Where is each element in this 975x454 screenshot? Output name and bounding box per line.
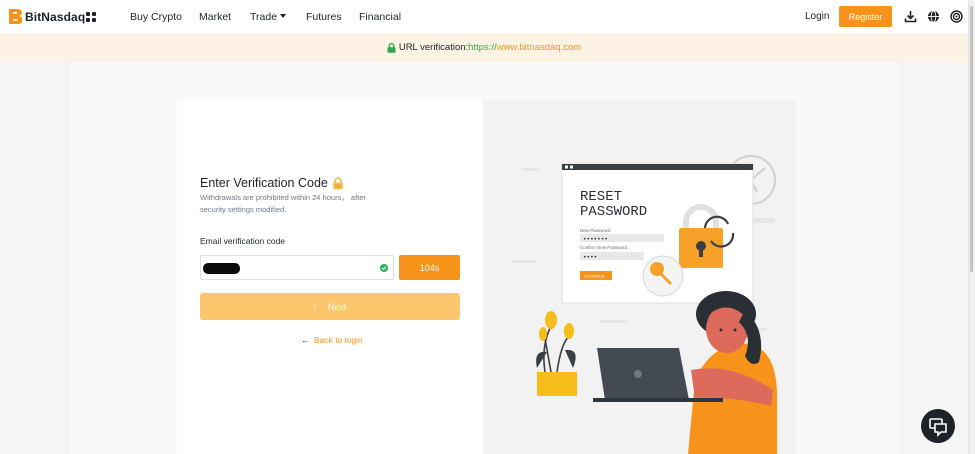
check-circle-icon [380,264,388,272]
page-title-text: Enter Verification Code [200,176,328,190]
withdrawal-notice: Withdrawals are prohibited within 24 hou… [200,193,366,214]
padlock-icon [332,176,343,189]
scrollbar-thumb[interactable] [970,6,973,272]
nav-market[interactable]: Market [199,11,231,23]
url-verification-label: URL verification: [398,42,469,53]
back-to-login-label: Back to login [314,335,363,345]
nav-trade-label: Trade [250,11,278,23]
top-nav: BitNasdaq Buy Crypto Market Trade Future… [0,0,968,33]
chat-support-button[interactable] [921,409,955,443]
nav-financial[interactable]: Financial [359,11,401,23]
reset-password-illustration: RESET PASSWORD New Password ••••••• Conf… [511,155,778,454]
logo-text: BitNasdaq [25,9,86,24]
next-button[interactable]: / Next [200,293,460,320]
nav-futures[interactable]: Futures [306,11,342,23]
brand-logo[interactable]: BitNasdaq [9,9,85,24]
lock-icon [387,42,396,53]
illustration-panel: RESET PASSWORD New Password ••••••• Conf… [483,100,796,454]
url-domain: www.bitnasdaq.com [496,42,582,53]
confirm-password-mask: •••• [583,254,597,261]
apps-grid-icon[interactable] [86,12,96,22]
redacted-code [203,263,240,274]
user-account-icon[interactable] [950,10,963,23]
nav-buy-crypto[interactable]: Buy Crypto [130,11,182,23]
continue-label: CONTINUE [584,274,605,279]
back-to-login-link[interactable]: ← Back to login [301,335,363,345]
url-protocol: https:// [468,42,497,53]
reset-heading-line1: RESET [580,189,622,205]
email-code-label: Email verification code [200,236,286,246]
logo-mark-icon [9,9,22,24]
email-code-input[interactable] [200,255,394,280]
globe-icon[interactable] [927,10,940,23]
next-button-label: Next [327,301,347,312]
new-password-mask: ••••••• [583,236,608,243]
reset-heading-line2: PASSWORD [580,204,647,220]
register-button[interactable]: Register [839,6,892,27]
login-link[interactable]: Login [805,11,829,22]
resend-countdown-button[interactable]: 104s [399,255,460,280]
nav-trade[interactable]: Trade [250,11,287,23]
url-verification-banner: URL verification: https:// www.bitnasdaq… [0,33,968,62]
caret-down-icon [280,14,287,18]
chat-bubble-icon [929,418,947,437]
confirm-password-label: Confirm New Password [580,245,628,250]
loading-spinner-icon: / [313,302,316,311]
new-password-label: New Password [580,228,611,233]
download-icon[interactable] [904,10,917,23]
page-title: Enter Verification Code [200,176,344,190]
arrow-left-icon: ← [301,335,310,345]
